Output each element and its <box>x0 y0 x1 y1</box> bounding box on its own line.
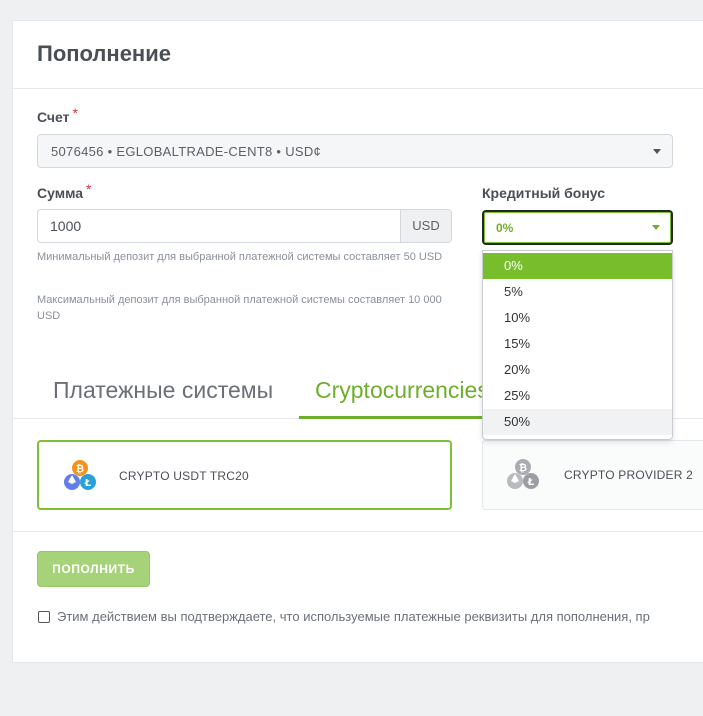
payment-method-name: CRYPTO USDT TRC20 <box>119 469 249 483</box>
bonus-option[interactable]: 20% <box>483 357 672 383</box>
bonus-select[interactable]: 0% <box>482 210 673 245</box>
consent-checkbox[interactable] <box>38 611 50 623</box>
svg-text:Ł: Ł <box>84 478 92 489</box>
bonus-option[interactable]: 50% <box>483 409 672 435</box>
min-deposit-hint: Минимальный депозит для выбранной платеж… <box>37 251 443 263</box>
account-select-value: 5076456 • EGLOBALTRADE-CENT8 • USD¢ <box>51 144 322 159</box>
crypto-coins-gray-icon: ₿ Ł <box>507 459 539 489</box>
payment-method-name: CRYPTO PROVIDER 2 <box>564 468 693 482</box>
required-mark: * <box>86 181 92 197</box>
consent-text: Этим действием вы подтверждаете, что исп… <box>57 609 650 624</box>
deposit-button[interactable]: ПОПОЛНИТЬ <box>37 551 150 587</box>
divider <box>13 531 703 532</box>
bonus-label: Кредитный бонус <box>482 185 606 201</box>
tab-payment-systems[interactable]: Платежные системы <box>53 377 273 404</box>
bonus-option[interactable]: 5% <box>483 279 672 305</box>
active-tab-indicator <box>299 416 499 419</box>
bonus-select-value: 0% <box>496 221 514 235</box>
bonus-option[interactable]: 10% <box>483 305 672 331</box>
account-label-text: Счет <box>37 109 70 125</box>
svg-text:₿: ₿ <box>76 463 84 475</box>
tab-cryptocurrencies[interactable]: Cryptocurrencies <box>315 377 483 404</box>
deposit-card: Пополнение Счет * 5076456 • EGLOBALTRADE-… <box>12 20 703 663</box>
bonus-dropdown: 0% 5% 10% 15% 20% 25% 50% <box>482 250 673 440</box>
account-select[interactable]: 5076456 • EGLOBALTRADE-CENT8 • USD¢ <box>37 134 673 168</box>
crypto-coins-icon: ₿ Ł <box>64 460 96 490</box>
amount-field[interactable]: 1000 USD <box>37 209 452 243</box>
svg-text:Ł: Ł <box>527 477 535 488</box>
card-header: Пополнение <box>13 21 703 89</box>
required-mark: * <box>72 105 78 121</box>
max-deposit-hint: Максимальный депозит для выбранной плате… <box>37 294 442 322</box>
chevron-down-icon <box>652 225 660 230</box>
amount-input-value[interactable]: 1000 <box>50 218 81 234</box>
amount-label-text: Сумма <box>37 185 84 201</box>
currency-addon: USD <box>400 210 451 242</box>
payment-method-crypto-provider-2[interactable]: ₿ Ł CRYPTO PROVIDER 2 <box>482 440 703 510</box>
bonus-option[interactable]: 25% <box>483 383 672 409</box>
chevron-down-icon <box>653 149 661 154</box>
page-title: Пополнение <box>37 41 171 66</box>
bonus-option[interactable]: 15% <box>483 331 672 357</box>
svg-text:₿: ₿ <box>519 462 527 474</box>
payment-method-crypto-usdt-trc20[interactable]: ₿ Ł CRYPTO USDT TRC20 <box>37 440 452 510</box>
amount-label: Сумма * <box>37 181 91 201</box>
account-label: Счет * <box>37 105 78 125</box>
bonus-option[interactable]: 0% <box>483 253 672 279</box>
